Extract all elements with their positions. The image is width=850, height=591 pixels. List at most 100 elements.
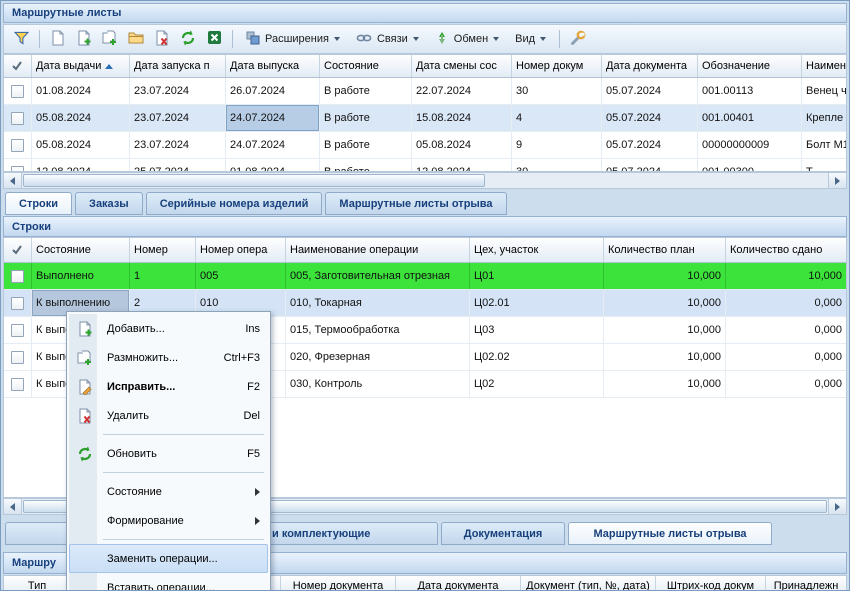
col-header-op-number[interactable]: Номер bbox=[130, 238, 196, 262]
clone-document-button[interactable] bbox=[98, 28, 122, 50]
menu-item-delete[interactable]: Удалить Del bbox=[69, 401, 268, 430]
scroll-right-button[interactable] bbox=[828, 173, 846, 188]
col-header-issue-date[interactable]: Дата выдачи bbox=[32, 55, 130, 77]
refresh-icon bbox=[76, 439, 94, 468]
col-header-workshop[interactable]: Цех, участок bbox=[470, 238, 604, 262]
filter-icon bbox=[14, 31, 29, 48]
toolbar-separator bbox=[39, 30, 40, 48]
select-all-header[interactable] bbox=[4, 55, 32, 77]
col-header-op-name[interactable]: Наименование операции bbox=[286, 238, 470, 262]
scroll-left-button[interactable] bbox=[4, 173, 22, 188]
context-menu: Добавить... Ins Размножить... Ctrl+F3 Ис… bbox=[66, 311, 271, 591]
col-header-state[interactable]: Состояние bbox=[320, 55, 412, 77]
chevron-down-icon bbox=[413, 37, 419, 41]
refresh-button[interactable] bbox=[176, 28, 200, 50]
row-checkbox[interactable] bbox=[11, 139, 24, 152]
select-all-header[interactable] bbox=[4, 238, 32, 262]
menu-item-edit[interactable]: Исправить... F2 bbox=[69, 372, 268, 401]
exchange-label: Обмен bbox=[454, 33, 488, 45]
add-doc-icon bbox=[77, 30, 92, 49]
col-header-state-change-date[interactable]: Дата смены сос bbox=[412, 55, 512, 77]
add-document-button[interactable] bbox=[72, 28, 96, 50]
links-dropdown[interactable]: Связи bbox=[349, 28, 426, 50]
links-icon bbox=[356, 32, 372, 47]
excel-export-button[interactable] bbox=[202, 28, 226, 50]
new-doc-icon bbox=[51, 30, 65, 49]
view-dropdown[interactable]: Вид bbox=[508, 28, 553, 50]
tab-documentation[interactable]: Документация bbox=[441, 522, 565, 545]
submenu-arrow-icon bbox=[255, 488, 260, 496]
window-title: Маршрутные листы bbox=[12, 7, 121, 19]
exchange-dropdown[interactable]: Обмен bbox=[428, 28, 506, 50]
col-header-launch-date[interactable]: Дата запуска п bbox=[130, 55, 226, 77]
operations-table-header: Состояние Номер Номер опера Наименование… bbox=[4, 238, 846, 263]
extensions-dropdown[interactable]: Расширения bbox=[239, 28, 347, 50]
open-folder-button[interactable] bbox=[124, 28, 148, 50]
tab-serial-numbers[interactable]: Серийные номера изделий bbox=[146, 192, 323, 215]
delete-doc-icon bbox=[76, 401, 94, 430]
col-header-qty-plan[interactable]: Количество план bbox=[604, 238, 726, 262]
row-checkbox[interactable] bbox=[11, 112, 24, 125]
col-header-op-state[interactable]: Состояние bbox=[32, 238, 130, 262]
col-header-barcode[interactable]: Штрих-код докум bbox=[656, 576, 766, 591]
col-header-qty-done[interactable]: Количество сдано bbox=[726, 238, 846, 262]
copy-doc-icon bbox=[102, 30, 118, 49]
exchange-icon bbox=[435, 31, 449, 48]
col-header-op-code[interactable]: Номер опера bbox=[196, 238, 286, 262]
toolbar-separator bbox=[559, 30, 560, 48]
row-checkbox[interactable] bbox=[11, 270, 24, 283]
scroll-track[interactable] bbox=[22, 173, 828, 188]
delete-document-button[interactable] bbox=[150, 28, 174, 50]
col-header-doc-date[interactable]: Дата документа bbox=[602, 55, 698, 77]
detail-tabs: Строки Заказы Серийные номера изделий Ма… bbox=[5, 192, 507, 215]
col-header-designation[interactable]: Обозначение bbox=[698, 55, 802, 77]
tab-rows[interactable]: Строки bbox=[5, 192, 72, 215]
row-checkbox[interactable] bbox=[11, 297, 24, 310]
table-row[interactable]: 01.08.202423.07.2024 26.07.2024В работе … bbox=[4, 78, 846, 105]
scroll-right-button[interactable] bbox=[828, 499, 846, 514]
row-checkbox[interactable] bbox=[11, 378, 24, 391]
scroll-left-button[interactable] bbox=[4, 499, 22, 514]
refresh-icon bbox=[180, 30, 196, 49]
menu-item-forming[interactable]: Формирование bbox=[69, 506, 268, 535]
tab-orders[interactable]: Заказы bbox=[75, 192, 143, 215]
excel-icon bbox=[207, 30, 222, 48]
main-table-hscrollbar[interactable] bbox=[3, 172, 847, 189]
col-header-name[interactable]: Наимен bbox=[802, 55, 846, 77]
chevron-down-icon bbox=[493, 37, 499, 41]
menu-separator bbox=[69, 535, 268, 544]
col-header-type[interactable]: Тип bbox=[4, 576, 71, 591]
col-header-doc-number[interactable]: Номер документа bbox=[281, 576, 396, 591]
tab-tearoff-sheets[interactable]: Маршрутные листы отрыва bbox=[325, 192, 506, 215]
scroll-left-icon bbox=[10, 503, 15, 511]
settings-button[interactable] bbox=[566, 28, 590, 50]
main-toolbar: Расширения Связи Обмен Вид bbox=[3, 24, 847, 54]
chevron-down-icon bbox=[540, 37, 546, 41]
col-header-doc-number[interactable]: Номер докум bbox=[512, 55, 602, 77]
col-header-belonging[interactable]: Принадлежн bbox=[766, 576, 846, 591]
menu-item-clone[interactable]: Размножить... Ctrl+F3 bbox=[69, 343, 268, 372]
new-document-button[interactable] bbox=[46, 28, 70, 50]
table-row[interactable]: 12.08.202425.07.2024 01.08.2024В работе … bbox=[4, 159, 846, 172]
submenu-arrow-icon bbox=[255, 517, 260, 525]
rows-section-header: Строки bbox=[3, 216, 847, 237]
col-header-doc-full[interactable]: Документ (тип, №, дата) bbox=[521, 576, 656, 591]
table-row[interactable]: 05.08.202423.07.2024 24.07.2024В работе … bbox=[4, 132, 846, 159]
focused-cell: 24.07.2024 bbox=[226, 105, 320, 131]
table-row-selected[interactable]: 05.08.202423.07.2024 24.07.2024В работе … bbox=[4, 105, 846, 132]
scroll-thumb[interactable] bbox=[23, 174, 485, 187]
menu-item-state[interactable]: Состояние bbox=[69, 477, 268, 506]
menu-item-replace-operations[interactable]: Заменить операции... bbox=[69, 544, 268, 573]
row-checkbox[interactable] bbox=[11, 324, 24, 337]
menu-item-add[interactable]: Добавить... Ins bbox=[69, 314, 268, 343]
col-header-release-date[interactable]: Дата выпуска bbox=[226, 55, 320, 77]
menu-item-insert-operations[interactable]: Вставить операции... bbox=[69, 573, 268, 591]
operation-row-done[interactable]: Выполнено1 005005, Заготовительная отрез… bbox=[4, 263, 846, 290]
col-header-doc-date[interactable]: Дата документа bbox=[396, 576, 521, 591]
filter-button[interactable] bbox=[9, 28, 33, 50]
menu-item-refresh[interactable]: Обновить F5 bbox=[69, 439, 268, 468]
row-checkbox[interactable] bbox=[11, 351, 24, 364]
tab-tearoff-sheets-bottom[interactable]: Маршрутные листы отрыва bbox=[568, 522, 772, 545]
row-checkbox[interactable] bbox=[11, 85, 24, 98]
scroll-right-icon bbox=[835, 177, 840, 185]
